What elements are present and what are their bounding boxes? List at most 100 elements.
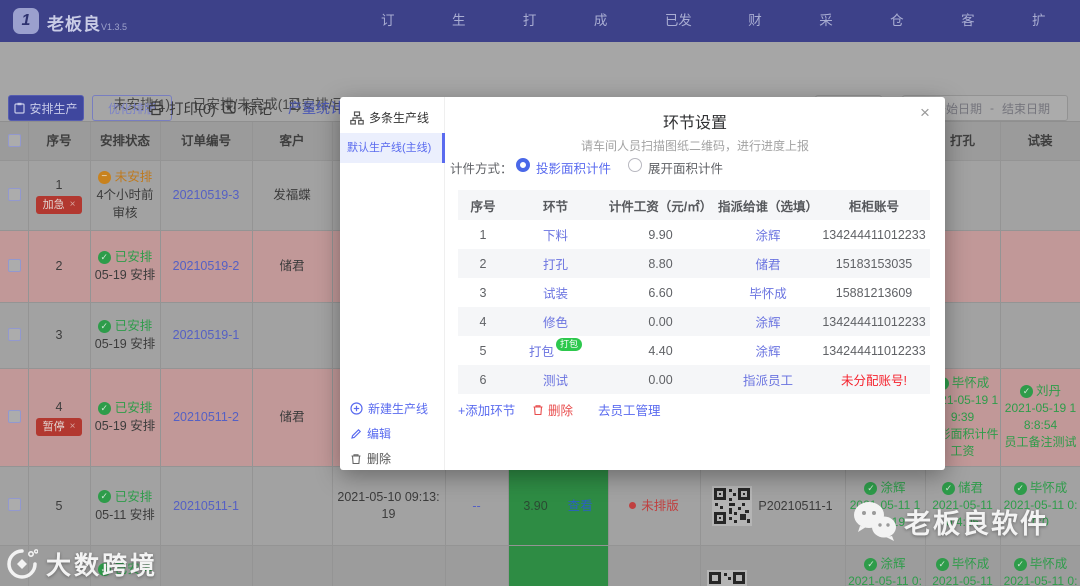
col-header-fit: 试装 (1027, 134, 1053, 148)
assignee-link[interactable]: 储君 (718, 249, 818, 278)
stage-link[interactable]: 打孔 (508, 249, 603, 278)
nav-item-orders[interactable]: 订单 (358, 0, 429, 70)
stage-row: 3 试装 6.60 毕怀成 15881213609 (458, 278, 930, 307)
customer-cell: 储君 (279, 259, 305, 273)
badge-close-icon[interactable]: × (70, 198, 76, 212)
delete-stage-link[interactable]: 删除 (532, 400, 573, 419)
stage-link[interactable]: 试装 (508, 278, 603, 307)
stage-link[interactable]: 打包 (529, 341, 554, 360)
check-icon (97, 250, 111, 264)
col-header-status: 安排状态 (99, 134, 150, 148)
badge-close-icon[interactable]: × (70, 420, 76, 434)
paused-badge[interactable]: 暂停 × (35, 418, 83, 436)
col-header-order: 订单编号 (180, 134, 231, 148)
radio-projection-area[interactable] (516, 158, 530, 172)
go-employee-management-link[interactable]: 去员工管理 (598, 400, 661, 419)
link-settings-modal: 多条生产线 默认生产线(主线) 新建生产线 编辑 删除 × 环节设置 请车间人员… (340, 97, 945, 470)
seq-cell: 5 (55, 498, 63, 513)
row-checkbox[interactable] (8, 259, 21, 272)
radio-expand-area[interactable] (628, 158, 642, 172)
dashukuajing-logo-icon (7, 549, 38, 579)
check-icon (97, 401, 111, 415)
stage-drill-cell: 毕怀成 2021-05-11 0: (926, 546, 999, 586)
drawing-qr-cell: P20210511-1 (700, 466, 845, 545)
nav-item-purchasing[interactable]: 采购 (796, 0, 867, 70)
seq-cell: 4 暂停 × (28, 368, 90, 466)
row-checkbox[interactable] (8, 188, 21, 201)
row-checkbox[interactable] (8, 410, 21, 423)
assignee-link[interactable]: 涂辉 (718, 307, 818, 336)
production-stats-link[interactable]: 产量统计 (288, 92, 344, 124)
check-icon (1019, 385, 1033, 398)
sidebar-item-default-line[interactable]: 默认生产线(主线) (340, 133, 445, 163)
brand-name: 老板良V1.3.5 (47, 15, 128, 34)
status-cell: 已安排 05-19 安排 (90, 230, 160, 302)
stage-cut-cell: 涂辉 2021-05-11 0: (846, 546, 924, 586)
packing-badge: 打包 (556, 338, 583, 351)
end-date-input[interactable]: 结束日期 (1002, 100, 1050, 117)
date-separator: - (990, 101, 995, 115)
nav-item-warehouse[interactable]: 仓库 (867, 0, 938, 70)
nav-item-shipped[interactable]: 已发货 (642, 0, 725, 70)
view-link[interactable]: 查看 (568, 497, 593, 515)
unassigned-account-alert: 未分配账号! (841, 374, 907, 388)
nav-item-finished[interactable]: 成品 (571, 0, 642, 70)
radio-expand-label[interactable]: 展开面积计件 (648, 158, 723, 177)
qr-code (712, 485, 753, 526)
col-header-customer: 客户 (279, 134, 305, 148)
stage-link[interactable]: 测试 (508, 365, 603, 394)
nav-item-production[interactable]: 生产 (429, 0, 500, 70)
tag-star-icon (222, 100, 236, 114)
brand-version: V1.3.5 (101, 22, 128, 32)
order-link[interactable]: 20210511-2 (160, 368, 252, 466)
stage-fit-cell: 刘丹 2021-05-19 18:8:54 员工备注测试 (1001, 368, 1080, 466)
mark-button[interactable]: 标记 (222, 92, 272, 124)
stage-row: 6 测试 0.00 指派员工 未分配账号! (458, 365, 930, 394)
check-icon (1013, 482, 1027, 495)
watermark-dashukuajing: 大数跨境 (6, 546, 158, 582)
print-button[interactable]: 打印(0) (148, 92, 216, 124)
modal-title: 环节设置 (662, 115, 727, 132)
stage-row: 2 打孔 8.80 储君 15183153035 (458, 249, 930, 278)
delete-line-button[interactable]: 删除 (350, 450, 391, 467)
order-link[interactable]: 20210519-3 (160, 160, 252, 230)
order-link[interactable]: 20210511-1 (160, 466, 252, 545)
new-production-line-button[interactable]: 新建生产线 (350, 400, 428, 417)
assignee-link[interactable]: 涂辉 (718, 336, 818, 365)
status-cell: 已安排 05-19 安排 (90, 368, 160, 466)
edit-line-button[interactable]: 编辑 (350, 425, 391, 442)
plate-number: P20210511-1 (758, 498, 833, 513)
pencil-icon (351, 428, 362, 439)
add-stage-link[interactable]: +添加环节 (458, 400, 515, 419)
stage-link[interactable]: 修色 (508, 307, 603, 336)
nav-item-packing[interactable]: 打包 (500, 0, 571, 70)
top-navbar: 1 老板良V1.3.5 订单 生产 打包 成品 已发货 财务 采购 仓库 客户 … (0, 0, 1080, 70)
nav-item-finance[interactable]: 财务 (725, 0, 796, 70)
status-cell: 已安排 05-19 安排 (90, 302, 160, 368)
stage-row: 1 下料 9.90 涂辉 134244411012233 (458, 220, 930, 249)
order-link[interactable]: 20210519-2 (160, 230, 252, 302)
check-icon (864, 482, 878, 495)
assign-employee-link[interactable]: 指派员工 (718, 365, 818, 394)
row-checkbox[interactable] (8, 328, 21, 341)
assignee-link[interactable]: 涂辉 (718, 220, 818, 249)
org-chart-icon (350, 110, 364, 125)
stage-fit-cell: 毕怀成 2021-05-11 0: (1001, 546, 1080, 586)
assignee-link[interactable]: 毕怀成 (718, 278, 818, 307)
arrange-production-button[interactable]: 安排生产 (8, 95, 84, 121)
status-cell: 已安排 05-11 安排 (90, 466, 160, 545)
stage-link[interactable]: 下料 (508, 220, 603, 249)
nav-item-customers[interactable]: 客户 (938, 0, 1009, 70)
clipboard-icon (14, 102, 26, 114)
pending-icon (97, 170, 111, 184)
plus-circle-icon (350, 402, 363, 415)
nav-item-extensions[interactable]: 扩展 (1009, 0, 1080, 70)
radio-projection-label[interactable]: 投影面积计件 (536, 158, 611, 177)
layout-status-cell: 未排版 (608, 466, 700, 545)
order-link[interactable]: 20210519-1 (160, 302, 252, 368)
row-checkbox[interactable] (8, 498, 21, 511)
select-all-checkbox[interactable] (8, 134, 21, 147)
urgent-badge[interactable]: 加急 × (35, 196, 83, 214)
brand-logo-icon: 1 (13, 8, 39, 34)
check-icon (97, 319, 111, 333)
